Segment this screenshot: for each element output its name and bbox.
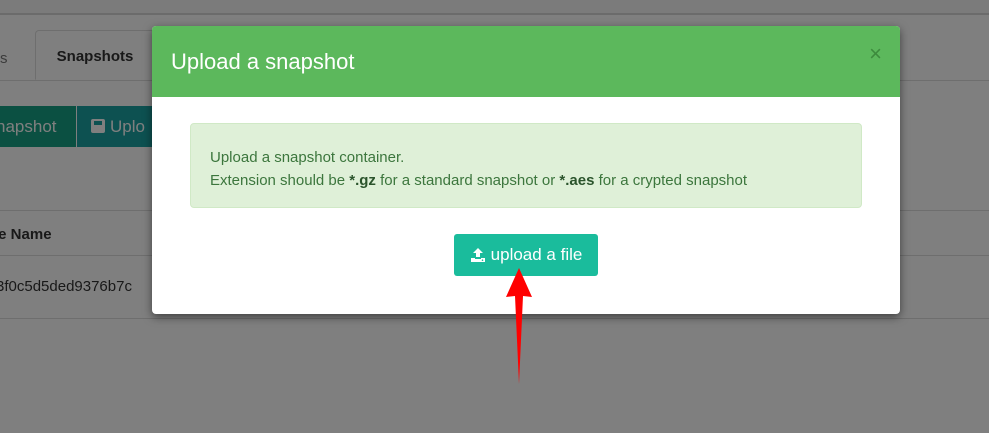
info-line-1: Upload a snapshot container. (210, 149, 405, 166)
annotation-arrow (506, 268, 532, 384)
info-line-2: Extension should be *.gz for a standard … (210, 169, 842, 192)
info-alert: Upload a snapshot container. Extension s… (190, 123, 862, 208)
info-text: Extension should be (210, 172, 350, 189)
info-text: for a crypted snapshot (594, 172, 748, 189)
ext-aes: *.aes (559, 172, 595, 189)
modal-header: Upload a snapshot × (152, 26, 900, 97)
modal-title: Upload a snapshot (171, 49, 355, 74)
upload-icon (470, 248, 485, 262)
upload-file-label: upload a file (490, 245, 583, 264)
info-text: for a standard snapshot or (375, 172, 560, 189)
close-icon[interactable]: × (869, 43, 882, 65)
ext-gz: *.gz (349, 172, 376, 189)
